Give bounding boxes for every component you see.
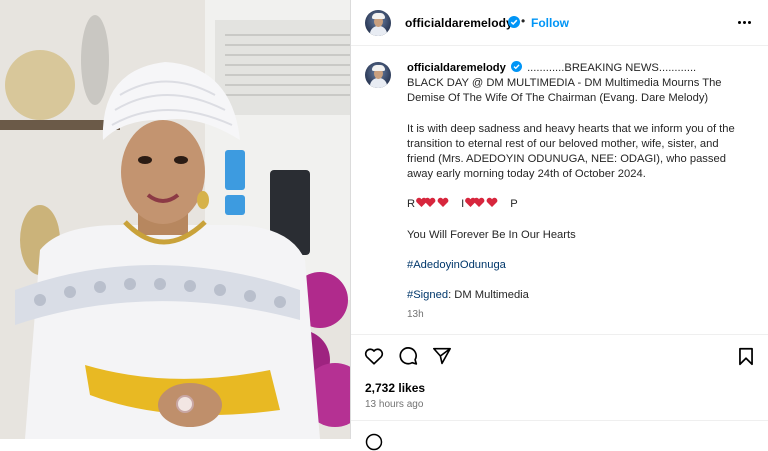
emoji-icon[interactable] (365, 433, 383, 451)
caption-username[interactable]: officialdaremelody (407, 62, 506, 74)
caption-title: BLACK DAY @ DM MULTIMEDIA - DM Multimedi… (407, 77, 722, 105)
red-heart-emoji (416, 198, 449, 208)
signed-hashtag-link[interactable]: #Signed (407, 289, 448, 301)
post-caption: officialdaremelody ............BREAKING … (407, 61, 747, 322)
post-timestamp: 13 hours ago (365, 399, 424, 410)
verified-badge-icon (508, 16, 520, 28)
action-bar (351, 334, 768, 374)
send-icon[interactable] (432, 347, 452, 365)
verified-badge-icon (510, 61, 522, 72)
profile-avatar[interactable] (365, 10, 391, 36)
comment-bar (351, 420, 768, 451)
red-heart-emoji (465, 198, 498, 208)
caption-avatar[interactable] (365, 62, 391, 88)
more-options-icon[interactable] (738, 21, 752, 25)
username-link[interactable]: officialdaremelody (405, 16, 513, 30)
likes-count[interactable]: 2,732 likes (365, 381, 425, 395)
post-panel: officialdaremelody • Follow officialdare… (350, 0, 768, 451)
heart-icon[interactable] (364, 347, 384, 365)
caption-timestamp: 13h (407, 309, 424, 321)
caption-rip: RIP (407, 198, 518, 211)
caption-signed: #Signed: DM Multimedia (407, 289, 529, 302)
caption-body: It is with deep sadness and heavy hearts… (407, 122, 735, 181)
separator-dot: • (521, 14, 526, 28)
bookmark-icon[interactable] (738, 347, 754, 366)
post-image[interactable] (0, 0, 350, 439)
hashtag-link[interactable]: #AdedoyinOdunuga (407, 258, 747, 273)
caption-closing: You Will Forever Be In Our Hearts (407, 228, 576, 241)
follow-button[interactable]: Follow (531, 16, 569, 30)
comment-icon[interactable] (398, 346, 418, 366)
portrait-illustration (0, 0, 350, 439)
post-header: officialdaremelody • Follow (351, 0, 768, 46)
caption-headline: ............BREAKING NEWS............ (527, 62, 697, 74)
